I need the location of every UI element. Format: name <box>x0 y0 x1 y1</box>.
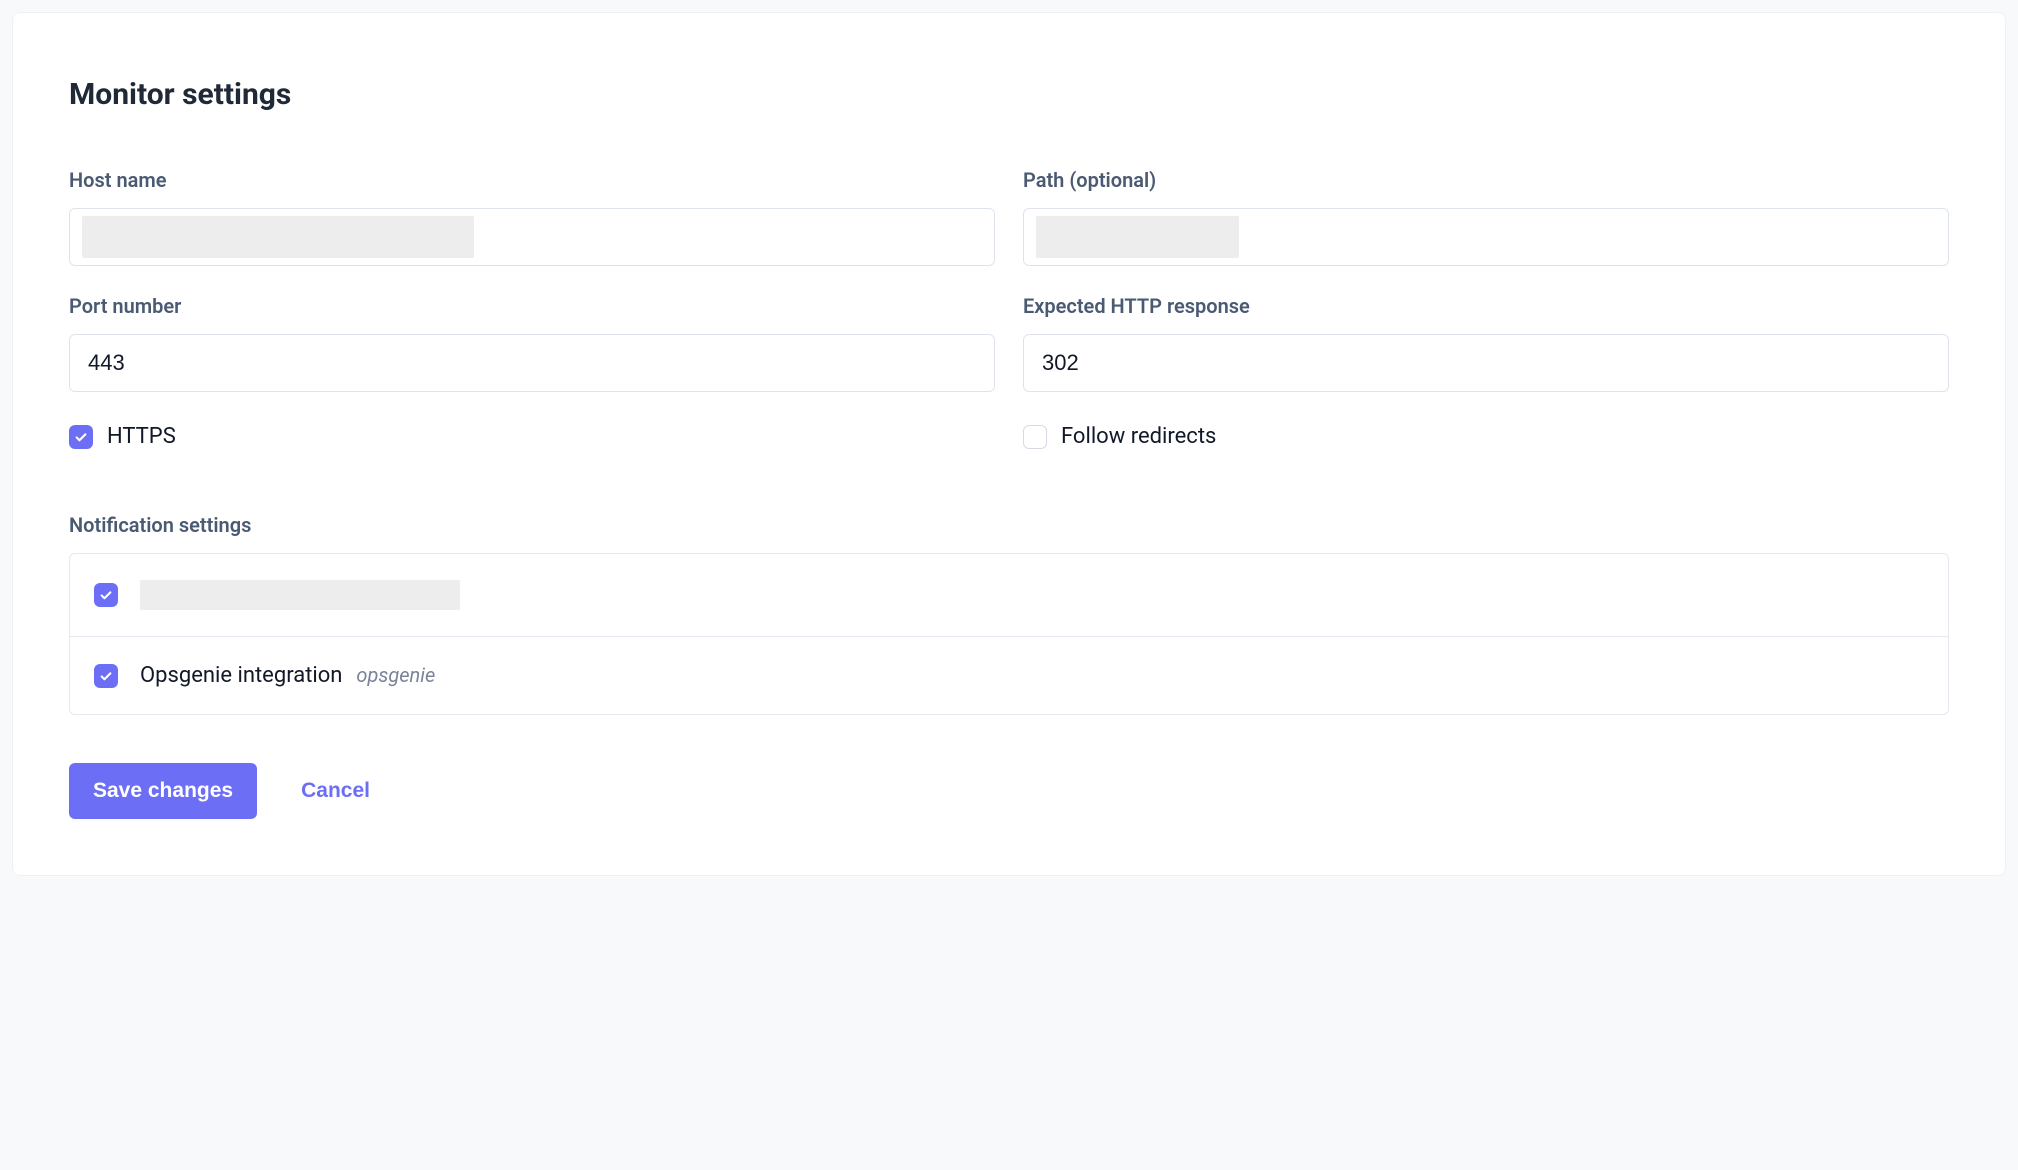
notification-settings-box: Opsgenie integration opsgenie <box>69 553 1949 715</box>
notification-label: Opsgenie integration <box>140 663 342 688</box>
notification-sub: opsgenie <box>356 663 435 687</box>
follow-redirects-checkbox-row: Follow redirects <box>1023 424 1949 449</box>
check-icon <box>99 588 113 602</box>
settings-card: Monitor settings Host name Path (optiona… <box>12 12 2006 876</box>
form-grid: Host name Path (optional) Port number Ex… <box>69 168 1949 477</box>
path-group: Path (optional) <box>1023 168 1949 266</box>
cancel-button[interactable]: Cancel <box>301 779 370 803</box>
check-icon <box>74 430 88 444</box>
expected-response-label: Expected HTTP response <box>1023 294 1949 318</box>
host-name-input[interactable] <box>69 208 995 266</box>
port-number-input[interactable] <box>69 334 995 392</box>
button-row: Save changes Cancel <box>69 763 1949 819</box>
port-number-label: Port number <box>69 294 995 318</box>
host-name-label: Host name <box>69 168 995 192</box>
path-input[interactable] <box>1023 208 1949 266</box>
https-checkbox[interactable] <box>69 425 93 449</box>
redacted-placeholder <box>140 580 460 610</box>
save-button[interactable]: Save changes <box>69 763 257 819</box>
https-checkbox-label: HTTPS <box>107 424 176 449</box>
notification-checkbox-0[interactable] <box>94 583 118 607</box>
https-checkbox-row: HTTPS <box>69 424 995 449</box>
check-icon <box>99 669 113 683</box>
notification-row <box>70 554 1948 636</box>
redacted-placeholder <box>82 216 474 258</box>
follow-redirects-checkbox-label: Follow redirects <box>1061 424 1216 449</box>
notification-checkbox-1[interactable] <box>94 664 118 688</box>
notification-row: Opsgenie integration opsgenie <box>70 636 1948 714</box>
path-label: Path (optional) <box>1023 168 1949 192</box>
notification-settings-label: Notification settings <box>69 513 1949 537</box>
follow-redirects-checkbox[interactable] <box>1023 425 1047 449</box>
redacted-placeholder <box>1036 216 1239 258</box>
host-name-group: Host name <box>69 168 995 266</box>
page-title: Monitor settings <box>69 77 1949 112</box>
expected-response-input[interactable] <box>1023 334 1949 392</box>
expected-response-group: Expected HTTP response <box>1023 294 1949 392</box>
port-number-group: Port number <box>69 294 995 392</box>
